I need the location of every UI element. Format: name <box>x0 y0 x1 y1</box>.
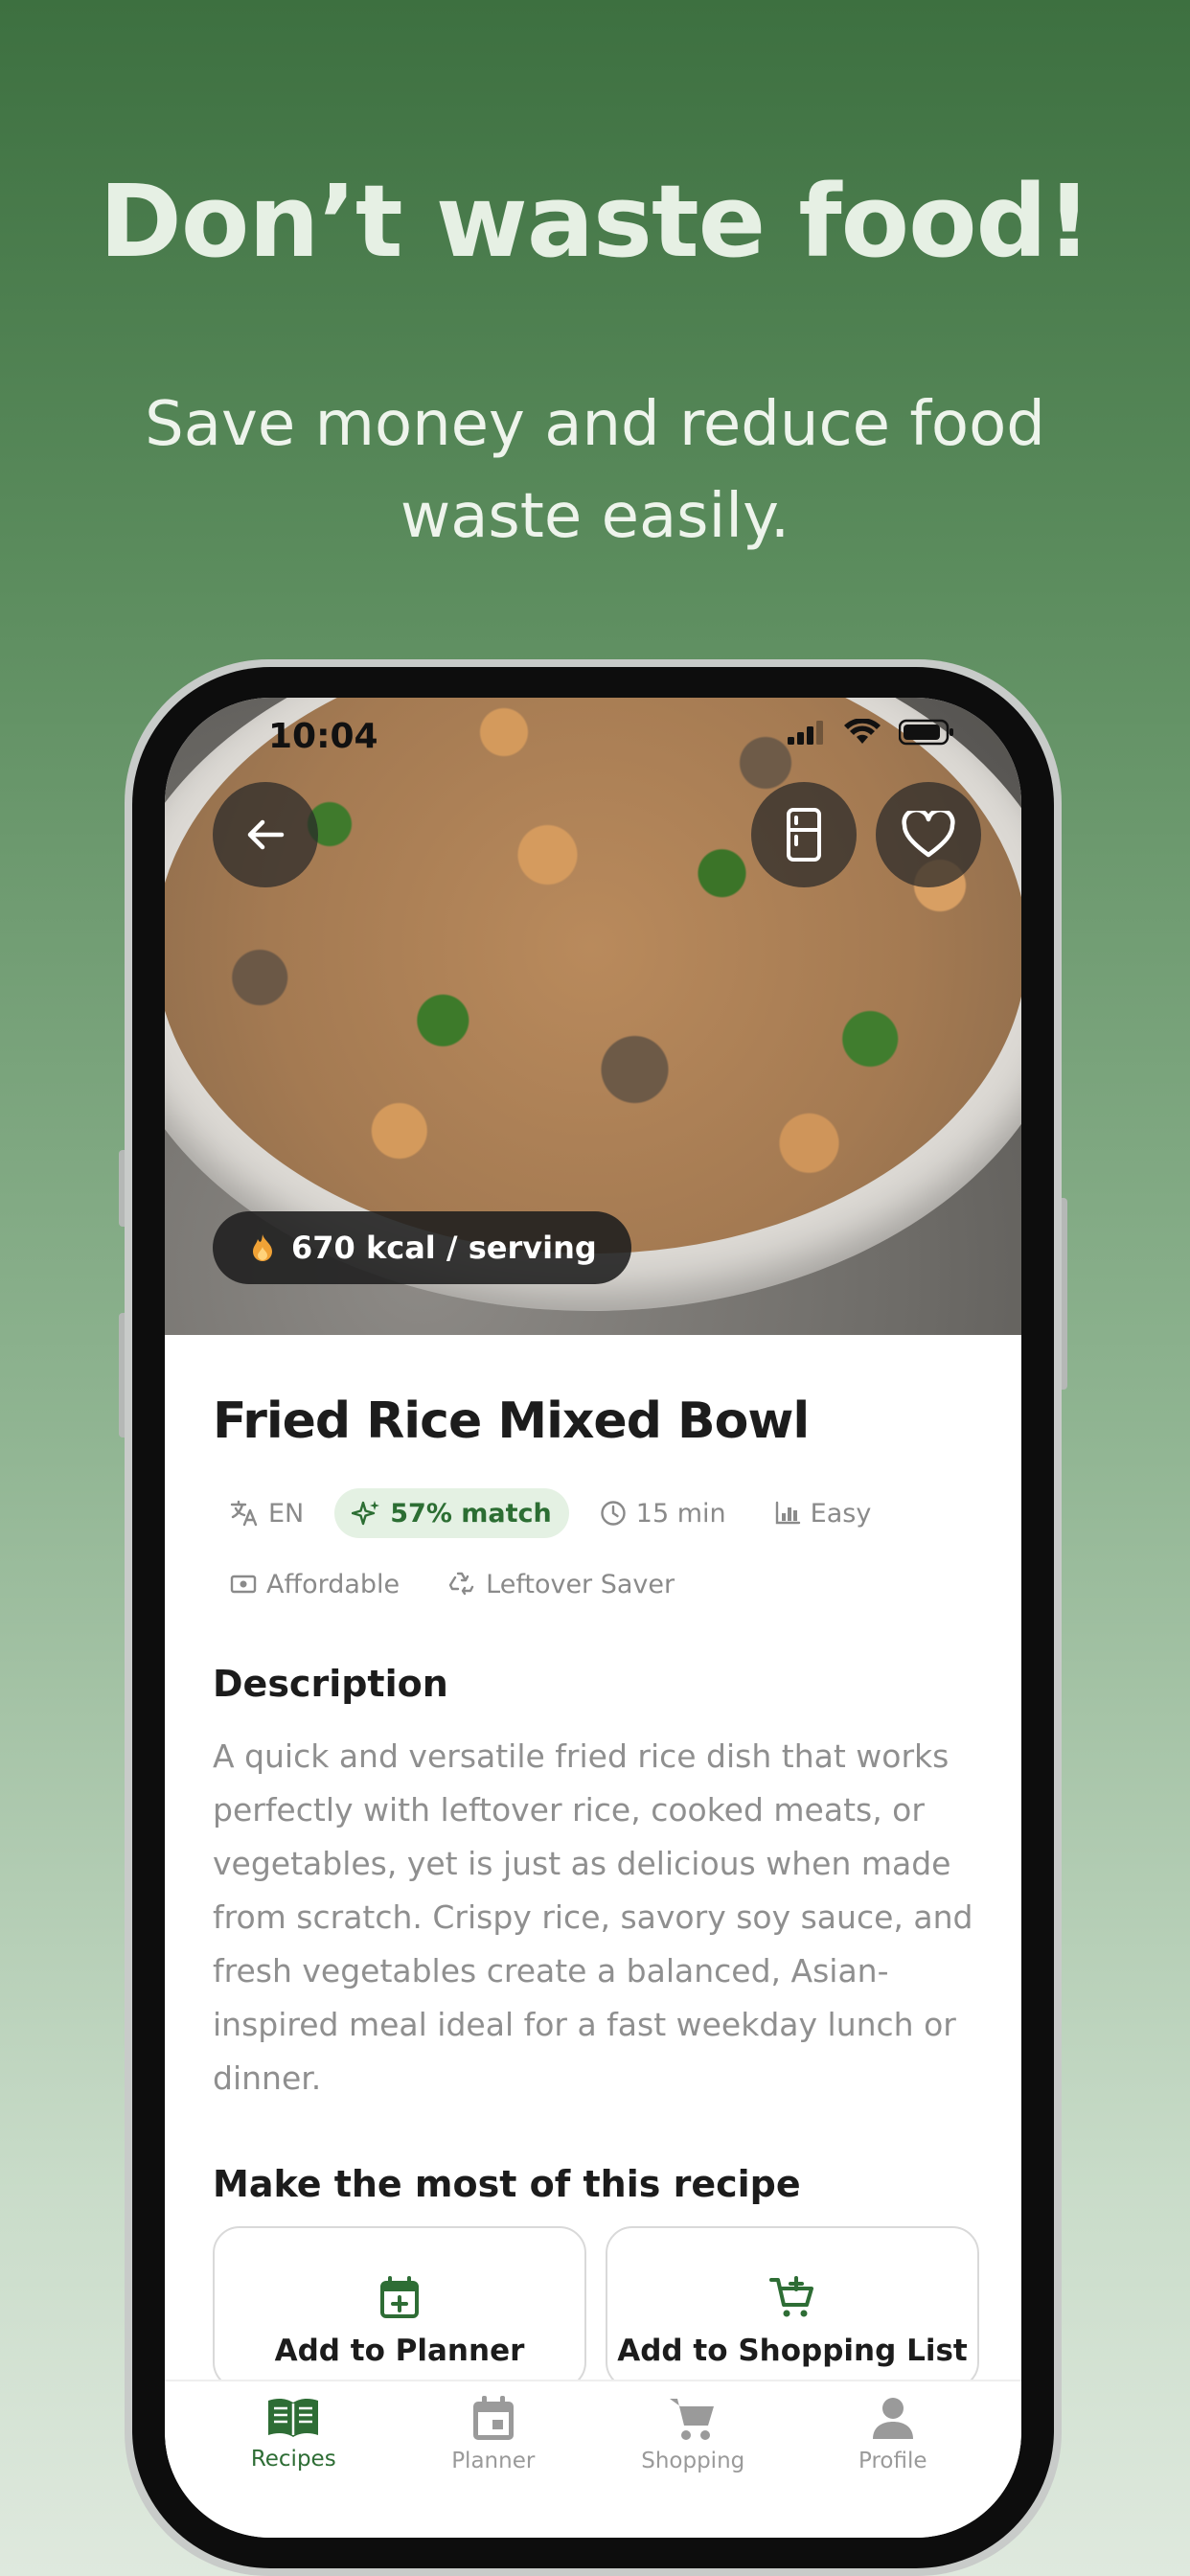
fridge-icon <box>787 808 821 862</box>
promo-headline: Don’t waste food! <box>99 163 1092 280</box>
tag-difficulty: Easy <box>757 1488 889 1538</box>
phone-screen: 10:04 670 kcal / serving Fried Rice Mixe… <box>165 698 1021 2538</box>
money-icon <box>230 1575 257 1594</box>
recycle-icon <box>448 1572 474 1596</box>
cart-icon <box>670 2399 715 2440</box>
calories-text: 670 kcal / serving <box>291 1230 597 1266</box>
tag-leftover: Leftover Saver <box>430 1559 692 1609</box>
favorite-button[interactable] <box>876 782 981 887</box>
back-button[interactable] <box>213 782 318 887</box>
description-heading: Description <box>213 1663 448 1705</box>
add-to-shopping-list-button[interactable]: Add to Shopping List <box>606 2226 979 2389</box>
cart-plus-icon <box>769 2276 813 2317</box>
tag-match-text: 57% match <box>390 1498 552 1529</box>
bar-chart-icon <box>775 1501 800 1525</box>
add-to-planner-label: Add to Planner <box>274 2334 525 2368</box>
tag-leftover-text: Leftover Saver <box>486 1569 675 1599</box>
tab-recipes-label: Recipes <box>250 2447 336 2472</box>
book-icon <box>268 2398 319 2437</box>
calories-badge: 670 kcal / serving <box>213 1211 631 1284</box>
promo-subline: Save money and reduce food waste easily. <box>145 389 1045 552</box>
flame-icon <box>253 1234 272 1261</box>
calendar-plus-icon <box>380 2276 419 2318</box>
recipe-hero-image: 10:04 670 kcal / serving <box>165 698 1021 1335</box>
tag-price: Affordable <box>213 1559 417 1609</box>
phone-frame: 10:04 670 kcal / serving Fried Rice Mixe… <box>125 659 1062 2576</box>
tab-profile-label: Profile <box>858 2449 927 2473</box>
back-arrow-icon <box>247 819 285 850</box>
actions-heading: Make the most of this recipe <box>213 2163 801 2205</box>
person-icon <box>872 2398 913 2439</box>
bottom-tab-bar: Recipes Planner Shopping Profile <box>165 2380 1021 2538</box>
tab-planner[interactable]: Planner <box>398 2395 589 2538</box>
tag-difficulty-text: Easy <box>810 1498 872 1529</box>
tag-time-text: 15 min <box>635 1498 726 1529</box>
tab-recipes[interactable]: Recipes <box>197 2395 389 2538</box>
calendar-icon <box>472 2396 514 2440</box>
recipe-tags: EN 57% match 15 min Easy Affordable Left… <box>213 1488 979 1609</box>
add-to-planner-button[interactable]: Add to Planner <box>213 2226 586 2389</box>
translate-icon <box>230 1500 258 1527</box>
wifi-icon <box>844 719 881 744</box>
sparkle-icon <box>352 1501 380 1526</box>
tab-shopping[interactable]: Shopping <box>597 2395 789 2538</box>
heart-icon <box>902 811 955 858</box>
tab-planner-label: Planner <box>451 2449 536 2473</box>
status-icons <box>788 719 954 746</box>
tag-match: 57% match <box>334 1488 569 1538</box>
tag-time: 15 min <box>583 1488 744 1538</box>
battery-icon <box>899 719 953 746</box>
recipe-content: Fried Rice Mixed Bowl EN 57% match 15 mi… <box>213 1335 979 2389</box>
action-cards: Add to Planner Add to Shopping List <box>213 2226 979 2389</box>
add-to-shopping-list-label: Add to Shopping List <box>617 2334 968 2368</box>
clock-icon <box>601 1501 626 1526</box>
status-time: 10:04 <box>268 717 378 756</box>
description-text: A quick and versatile fried rice dish th… <box>213 1737 973 2097</box>
tab-profile[interactable]: Profile <box>797 2395 989 2538</box>
signal-icon <box>788 721 823 745</box>
fridge-button[interactable] <box>751 782 857 887</box>
tab-shopping-label: Shopping <box>641 2449 745 2473</box>
tag-language-text: EN <box>268 1498 305 1529</box>
tag-language: EN <box>213 1488 321 1538</box>
tag-price-text: Affordable <box>266 1569 400 1599</box>
phone-bezel: 10:04 670 kcal / serving Fried Rice Mixe… <box>132 667 1054 2568</box>
recipe-title: Fried Rice Mixed Bowl <box>213 1392 810 1450</box>
